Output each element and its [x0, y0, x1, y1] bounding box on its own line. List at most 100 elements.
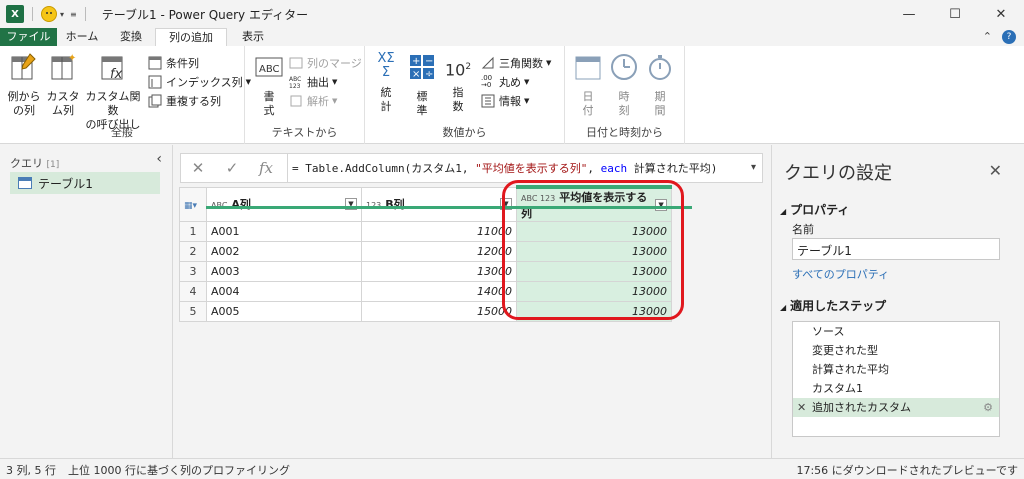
- formula-part2: ,: [587, 162, 601, 175]
- duplicate-column-icon: [148, 94, 162, 108]
- delete-step-icon[interactable]: ✕: [797, 398, 806, 417]
- scientific-button[interactable]: 102 指 数: [441, 52, 475, 114]
- ribbon-right-icons: ⌃ ?: [983, 30, 1016, 44]
- help-icon[interactable]: ?: [1002, 30, 1016, 44]
- invoke-function-icon: fx: [101, 56, 123, 82]
- cell-a[interactable]: A004: [206, 281, 362, 302]
- step-item[interactable]: カスタム1: [793, 379, 999, 398]
- feedback-smiley-icon[interactable]: [41, 6, 57, 22]
- cell-a[interactable]: A002: [206, 241, 362, 262]
- applied-steps-section-header[interactable]: ◢ 適用したステップ: [780, 297, 886, 314]
- svg-text:×: ×: [412, 69, 420, 80]
- trigonometry-dropdown-icon: ▼: [546, 59, 552, 67]
- formula-input[interactable]: = Table.AddColumn(カスタム1, "平均値を表示する列", ea…: [292, 160, 717, 176]
- tab-add-column[interactable]: 列の追加: [155, 28, 227, 46]
- date-button[interactable]: 日 付: [571, 52, 605, 118]
- cell-b[interactable]: 14000: [361, 281, 517, 302]
- row-number: 2: [179, 241, 207, 262]
- trigonometry-button[interactable]: 三角関数 ▼: [481, 54, 551, 72]
- queries-title: クエリ: [10, 157, 43, 170]
- statistics-label: 統 計: [380, 86, 392, 113]
- statistics-icon: XΣ Σ: [377, 51, 395, 80]
- time-button[interactable]: 時 刻: [607, 52, 641, 118]
- formula-part1: = Table.AddColumn(カスタム1,: [292, 162, 476, 175]
- information-button[interactable]: 情報 ▼: [481, 92, 529, 110]
- commit-formula-icon[interactable]: ✓: [215, 159, 249, 177]
- minimize-button[interactable]: —: [886, 0, 932, 28]
- close-window-button[interactable]: ✕: [978, 0, 1024, 28]
- cell-a[interactable]: A005: [206, 301, 362, 322]
- status-bar: 3 列, 5 行 上位 1000 行に基づく列のプロファイリング 17:56 に…: [0, 458, 1024, 479]
- queries-pane: クエリ [1] ‹ テーブル1: [0, 145, 173, 458]
- query-item-label: テーブル1: [38, 176, 93, 191]
- rounding-dropdown-icon: ▼: [524, 78, 530, 86]
- cell-b[interactable]: 12000: [361, 241, 517, 262]
- parse-button[interactable]: 解析 ▼: [289, 92, 337, 110]
- extract-button[interactable]: ABC 123 抽出 ▼: [289, 73, 337, 91]
- formula-string: "平均値を表示する列": [475, 162, 588, 175]
- cell-b[interactable]: 13000: [361, 261, 517, 282]
- cancel-formula-icon[interactable]: ✕: [181, 159, 215, 177]
- tab-home[interactable]: ホーム: [57, 28, 107, 46]
- customize-qat-icon[interactable]: ≡: [70, 10, 77, 19]
- maximize-button[interactable]: ☐: [932, 0, 978, 28]
- cell-a[interactable]: A001: [206, 221, 362, 242]
- quick-access-caret-icon[interactable]: ▾: [60, 10, 64, 19]
- conditional-column-label: 条件列: [166, 57, 199, 70]
- close-settings-icon[interactable]: ✕: [989, 161, 1002, 180]
- cell-b[interactable]: 15000: [361, 301, 517, 322]
- step-label: 追加されたカスタム: [812, 401, 911, 414]
- duplicate-column-button[interactable]: 重複する列: [148, 92, 221, 110]
- collapse-ribbon-icon[interactable]: ⌃: [983, 30, 992, 44]
- gear-icon[interactable]: ⚙: [983, 398, 993, 417]
- step-item[interactable]: 計算された平均: [793, 360, 999, 379]
- tab-file[interactable]: ファイル: [0, 28, 57, 46]
- status-dimensions: 3 列, 5 行: [6, 464, 56, 477]
- duration-button[interactable]: 期 間: [643, 52, 677, 118]
- custom-column-button[interactable]: ✦ カスタ ム列: [46, 52, 80, 118]
- step-item[interactable]: 変更された型: [793, 341, 999, 360]
- step-item-selected[interactable]: ✕ 追加されたカスタム ⚙: [793, 398, 999, 417]
- query-item-table1[interactable]: テーブル1: [10, 172, 160, 194]
- svg-text:÷: ÷: [425, 69, 433, 80]
- status-profiling[interactable]: 上位 1000 行に基づく列のプロファイリング: [68, 462, 290, 478]
- table-menu-cell[interactable]: ▦▾: [179, 186, 207, 222]
- format-label: 書 式: [263, 90, 275, 117]
- tab-transform[interactable]: 変換: [107, 28, 155, 46]
- ribbon-group-datetime: 日 付 時 刻 期 間 日付と時刻から: [565, 46, 685, 144]
- rounding-button[interactable]: .00 →0 丸め ▼: [481, 73, 529, 91]
- expand-formula-icon[interactable]: ▾: [751, 162, 756, 173]
- format-button[interactable]: ABC 書 式: [251, 52, 287, 118]
- index-column-icon: [148, 75, 162, 89]
- duplicate-column-label: 重複する列: [166, 95, 221, 108]
- column-header-b[interactable]: 123B列 ▼: [361, 186, 517, 222]
- table-menu-icon: ▦▾: [184, 200, 198, 211]
- merge-columns-button[interactable]: 列のマージ: [289, 54, 362, 72]
- properties-section-header[interactable]: ◢ プロパティ: [780, 201, 849, 218]
- invoke-custom-function-button[interactable]: fx カスタム関数 の呼び出し: [82, 52, 144, 132]
- column-header-b-title: 123B列: [366, 196, 405, 212]
- index-column-button[interactable]: インデックス列 ▼: [148, 73, 251, 91]
- red-highlight-annotation: [502, 180, 684, 320]
- column-header-a[interactable]: ABCA列 ▼: [206, 186, 362, 222]
- standard-button[interactable]: + − × ÷ 標 準: [405, 52, 439, 118]
- time-label: 時 刻: [618, 90, 630, 117]
- step-label: 変更された型: [812, 344, 878, 357]
- query-name-input[interactable]: テーブル1: [792, 238, 1000, 260]
- cell-b[interactable]: 11000: [361, 221, 517, 242]
- tab-view[interactable]: 表示: [227, 28, 279, 46]
- settings-title: クエリの設定: [784, 163, 892, 184]
- step-item[interactable]: ソース: [793, 322, 999, 341]
- column-header-a-title: ABCA列: [211, 196, 251, 212]
- statistics-button[interactable]: XΣ Σ 統 計: [369, 52, 403, 114]
- conditional-column-button[interactable]: 条件列: [148, 54, 199, 72]
- step-label: ソース: [812, 325, 845, 338]
- row-number: 3: [179, 261, 207, 282]
- fx-icon[interactable]: fx: [249, 159, 283, 177]
- parse-label: 解析: [307, 95, 329, 108]
- status-preview-time: 17:56 にダウンロードされたプレビューです: [796, 464, 1018, 477]
- collapse-queries-icon[interactable]: ‹: [156, 151, 162, 167]
- column-from-examples-button[interactable]: 例から の列: [4, 52, 44, 118]
- all-properties-link[interactable]: すべてのプロパティ: [792, 266, 889, 282]
- cell-a[interactable]: A003: [206, 261, 362, 282]
